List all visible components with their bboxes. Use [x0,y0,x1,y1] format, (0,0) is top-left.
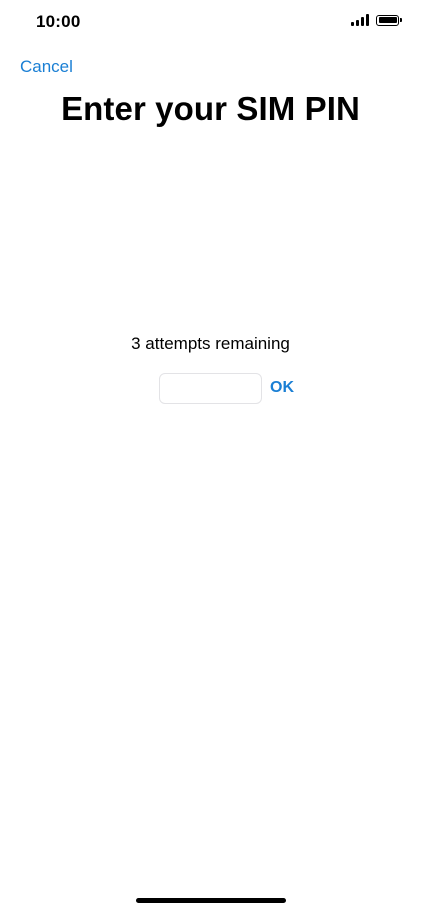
status-icons [351,14,402,26]
status-bar: 10:00 [0,0,421,44]
battery-icon [376,14,402,26]
attempts-remaining-text: 3 attempts remaining [131,334,290,353]
home-indicator[interactable] [136,898,286,903]
cancel-button[interactable]: Cancel [20,57,73,77]
status-time: 10:00 [36,12,81,31]
battery-cap [400,18,402,22]
ok-button[interactable]: OK [270,379,294,397]
sim-pin-input[interactable] [159,373,262,404]
cellular-signal-icon [351,14,369,26]
battery-fill [378,17,397,23]
page-title: Enter your SIM PIN [61,90,360,127]
